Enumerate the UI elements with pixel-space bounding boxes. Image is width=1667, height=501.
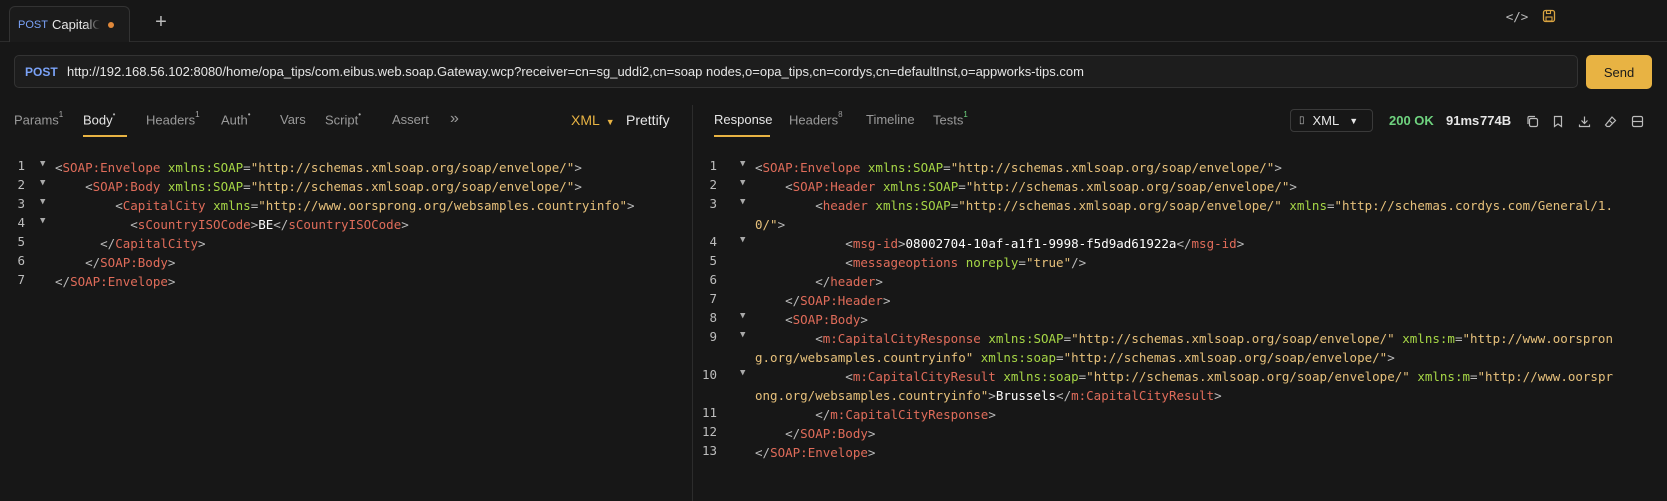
fold-toggle-icon[interactable]: ▼ bbox=[40, 159, 45, 169]
code-line: <SOAP:Envelope xmlns:SOAP="http://schema… bbox=[755, 160, 1282, 175]
code-line: <sCountryISOCode>BE</sCountryISOCode> bbox=[55, 217, 409, 232]
code-line: <SOAP:Body xmlns:SOAP="http://schemas.xm… bbox=[55, 179, 582, 194]
code-line: </SOAP:Envelope> bbox=[55, 274, 176, 289]
response-body-viewer[interactable]: 1 ▼ <SOAP:Envelope xmlns:SOAP="http://sch… bbox=[693, 0, 1653, 501]
fold-toggle-icon[interactable]: ▼ bbox=[740, 368, 745, 378]
code-line: </SOAP:Header> bbox=[755, 293, 891, 308]
fold-toggle-icon[interactable]: ▼ bbox=[740, 159, 745, 169]
fold-toggle-icon[interactable]: ▼ bbox=[740, 330, 745, 340]
fold-toggle-icon[interactable]: ▼ bbox=[740, 235, 745, 245]
fold-toggle-icon[interactable]: ▼ bbox=[40, 178, 45, 188]
code-line: <SOAP:Envelope xmlns:SOAP="http://schema… bbox=[55, 160, 582, 175]
code-line: <header xmlns:SOAP="http://schemas.xmlso… bbox=[755, 198, 1613, 213]
code-line: </header> bbox=[755, 274, 883, 289]
code-line: <msg-id>08002704-10af-a1f1-9998-f5d9ad61… bbox=[755, 236, 1245, 251]
code-line: </CapitalCity> bbox=[55, 236, 206, 251]
code-line: <CapitalCity xmlns="http://www.oorsprong… bbox=[55, 198, 635, 213]
code-line: <messageoptions noreply="true"/> bbox=[755, 255, 1087, 270]
fold-toggle-icon[interactable]: ▼ bbox=[40, 197, 45, 207]
code-line: <m:CapitalCityResult xmlns:soap="http://… bbox=[755, 369, 1613, 384]
code-line: ong.org/websamples.countryinfo">Brussels… bbox=[755, 388, 1222, 403]
code-line: 0/"> bbox=[755, 217, 786, 232]
code-line: </m:CapitalCityResponse> bbox=[755, 407, 996, 422]
code-line: </SOAP:Body> bbox=[55, 255, 176, 270]
fold-toggle-icon[interactable]: ▼ bbox=[740, 311, 745, 321]
request-body-editor[interactable]: 1 ▼ <SOAP:Envelope xmlns:SOAP="http://sch… bbox=[0, 0, 692, 501]
fold-toggle-icon[interactable]: ▼ bbox=[740, 178, 745, 188]
code-line: <SOAP:Body> bbox=[755, 312, 868, 327]
code-line: <SOAP:Header xmlns:SOAP="http://schemas.… bbox=[755, 179, 1297, 194]
code-line: g.org/websamples.countryinfo" xmlns:soap… bbox=[755, 350, 1395, 365]
code-line: </SOAP:Envelope> bbox=[755, 445, 876, 460]
fold-toggle-icon[interactable]: ▼ bbox=[740, 197, 745, 207]
code-line: </SOAP:Body> bbox=[755, 426, 876, 441]
fold-toggle-icon[interactable]: ▼ bbox=[40, 216, 45, 226]
code-line: <m:CapitalCityResponse xmlns:SOAP="http:… bbox=[755, 331, 1613, 346]
